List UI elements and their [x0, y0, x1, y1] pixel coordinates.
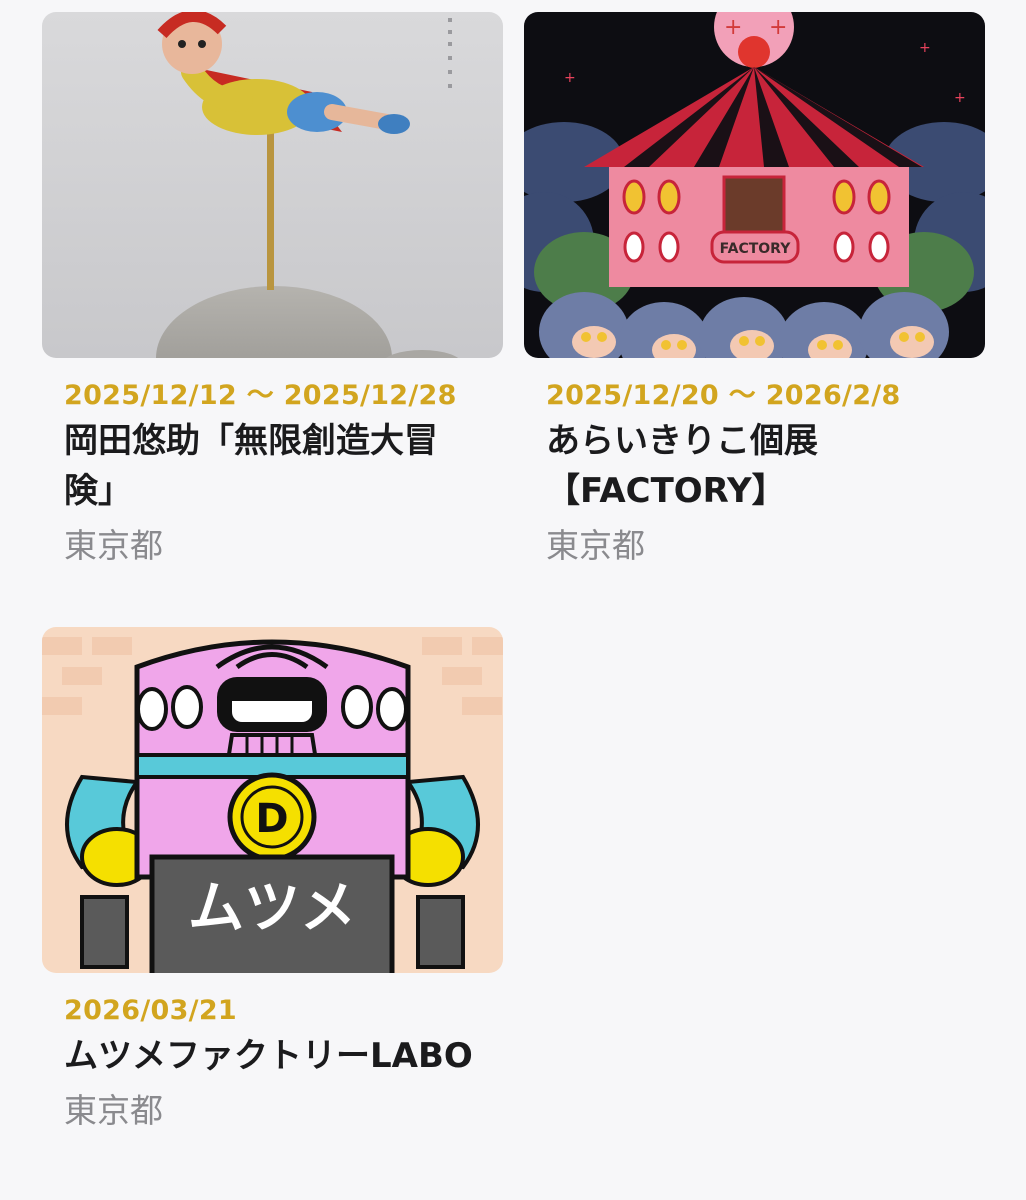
event-thumbnail[interactable]: + + + + + FACTORY: [524, 12, 985, 358]
event-dates: 2026/03/21: [64, 995, 238, 1026]
event-title[interactable]: 岡田悠助「無限創造大冒険」: [64, 416, 484, 516]
event-title[interactable]: あらいきりこ個展【FACTORY】: [546, 416, 966, 516]
tent-sign-text: FACTORY: [720, 241, 792, 257]
event-card[interactable]: 2025/12/12 〜 2025/12/28 岡田悠助「無限創造大冒険」 東京…: [42, 12, 503, 566]
svg-text:+: +: [724, 15, 742, 40]
robot-badge-text: D: [255, 796, 288, 842]
event-location: 東京都: [64, 1091, 163, 1130]
event-card[interactable]: D ムツメ 2026/03/21 ムツメファクトリーLABO 東京都: [42, 627, 503, 1131]
event-card[interactable]: + + + + + FACTORY 2025/12/20 〜 2026/2/8 …: [524, 12, 985, 566]
event-location: 東京都: [546, 526, 645, 565]
event-thumbnail[interactable]: D ムツメ: [42, 627, 503, 973]
robot-sign-text: ムツメ: [188, 876, 356, 941]
event-grid: 2025/12/12 〜 2025/12/28 岡田悠助「無限創造大冒険」 東京…: [0, 0, 1026, 1200]
svg-text:+: +: [769, 15, 787, 40]
svg-text:+: +: [919, 40, 931, 56]
circus-tent-illustration-image: + + + + + FACTORY: [524, 12, 985, 358]
flying-figure-sculpture-image: [42, 12, 503, 358]
event-location: 東京都: [64, 526, 163, 565]
svg-text:+: +: [954, 90, 966, 106]
event-dates: 2025/12/20 〜 2026/2/8: [546, 380, 901, 411]
pink-robot-illustration-image: D ムツメ: [42, 627, 503, 973]
event-thumbnail[interactable]: [42, 12, 503, 358]
svg-text:+: +: [564, 70, 576, 86]
event-dates: 2025/12/12 〜 2025/12/28: [64, 380, 457, 411]
event-title[interactable]: ムツメファクトリーLABO: [64, 1031, 484, 1081]
